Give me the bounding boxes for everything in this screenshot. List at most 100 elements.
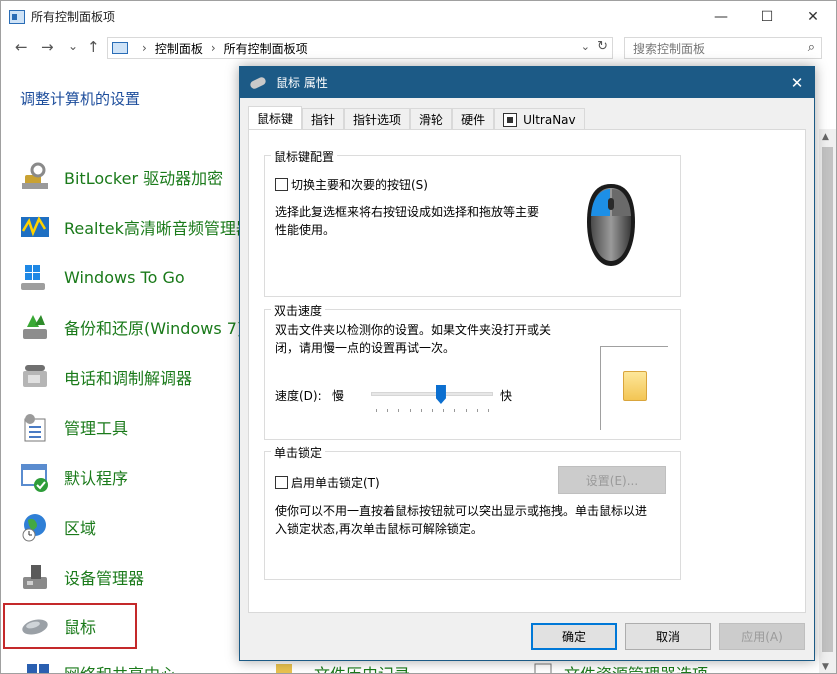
breadcrumb-separator: › (210, 41, 216, 55)
tab-buttons[interactable]: 鼠标键 (248, 106, 303, 130)
item-mouse[interactable]: 鼠标 (3, 603, 137, 649)
item-realtek[interactable]: Realtek高清晰音频管理器 (19, 209, 259, 245)
vertical-scrollbar[interactable]: ▲ ▼ (819, 129, 836, 673)
scrollbar-thumb[interactable] (822, 147, 833, 652)
double-click-speed-slider[interactable] (371, 385, 493, 415)
mouse-properties-dialog: 鼠标 属性 ✕ 鼠标键 指针 指针选项 滑轮 硬件 UltraNav 鼠标键配置… (239, 66, 815, 661)
description-line: 双击文件夹以检测你的设置。如果文件夹没打开或关 (275, 323, 552, 337)
item-label: 鼠标 (64, 618, 97, 637)
item-phone[interactable]: 电话和调制解调器 (19, 359, 259, 395)
item-network[interactable]: 网络和共享中心 (64, 661, 176, 673)
description-line: 选择此复选框来将右按钮设成如选择和拖放等主要 (275, 205, 540, 219)
slider-tick (454, 409, 456, 412)
folder-icon[interactable] (623, 371, 647, 401)
checkbox-label: 启用单击锁定(T) (291, 476, 380, 490)
click-lock-group: 单击锁定 启用单击锁定(T) 设置(E)... 使你可以不用一直按着鼠标按钮就可… (264, 444, 681, 580)
maximize-button[interactable]: ☐ (744, 1, 790, 32)
phone-icon (19, 361, 51, 393)
network-icon (25, 661, 51, 673)
explorer-options-icon (534, 661, 552, 673)
dialog-title: 鼠标 属性 (276, 76, 328, 90)
page-heading: 调整计算机的设置 (20, 90, 141, 108)
item-device-manager[interactable]: 设备管理器 (19, 559, 259, 595)
navigation-bar: ← → ⌄ ↑ › 控制面板 › 所有控制面板项 ⌄ ↻ 搜索控制面板 ⌕ (1, 36, 836, 62)
switch-buttons-checkbox[interactable]: 切换主要和次要的按钮(S) (275, 176, 428, 193)
item-bitlocker[interactable]: BitLocker 驱动器加密 (19, 159, 259, 195)
back-arrow-icon[interactable]: ← (15, 38, 28, 56)
slider-tick (387, 409, 389, 412)
slider-tick (476, 409, 478, 412)
slider-tick (376, 409, 377, 412)
slider-tick (465, 409, 467, 412)
double-click-group: 双击速度 双击文件夹以检测你的设置。如果文件夹没打开或关 闭，请用慢一点的设置再… (264, 302, 681, 440)
item-explorer-options[interactable]: 文件资源管理器选项 (564, 661, 708, 673)
cancel-button[interactable]: 取消 (625, 623, 711, 650)
minimize-button[interactable]: — (698, 1, 744, 32)
tab-pointers[interactable]: 指针 (302, 108, 345, 130)
forward-arrow-icon[interactable]: → (41, 38, 54, 56)
breadcrumb-all-items[interactable]: 所有控制面板项 (224, 40, 308, 57)
close-button[interactable]: ✕ (790, 1, 836, 32)
control-panel-icon (112, 42, 128, 54)
double-click-test-area[interactable] (600, 346, 668, 430)
description-line: 入锁定状态,再次单击鼠标可解除锁定。 (275, 522, 483, 536)
up-arrow-icon[interactable]: ↑ (87, 38, 100, 56)
item-label: 默认程序 (64, 469, 129, 488)
slider-tick (432, 409, 433, 412)
chevron-down-icon[interactable]: ⌄ (581, 40, 590, 53)
checkbox-label: 切换主要和次要的按钮(S) (291, 178, 428, 192)
item-default-programs[interactable]: 默认程序 (19, 459, 259, 495)
click-lock-description: 使你可以不用一直按着鼠标按钮就可以突出显示或拖拽。单击鼠标以进 入锁定状态,再次… (275, 502, 647, 538)
slider-tick (409, 409, 411, 412)
fast-label: 快 (500, 389, 513, 403)
windows-to-go-icon (19, 261, 51, 293)
checkbox-box[interactable] (275, 476, 288, 489)
ok-button[interactable]: 确定 (531, 623, 617, 650)
item-admin-tools[interactable]: 管理工具 (19, 409, 259, 445)
tab-ultranav[interactable]: UltraNav (494, 108, 585, 130)
dialog-close-button[interactable]: ✕ (780, 67, 814, 98)
item-label: Windows To Go (64, 267, 185, 287)
tab-ultranav-label: UltraNav (523, 112, 576, 127)
slider-tick (398, 409, 400, 412)
mouse-icon (19, 610, 51, 642)
group-label: 鼠标键配置 (271, 148, 338, 165)
item-file-history[interactable]: 文件历史记录 (314, 661, 410, 673)
slider-tick (488, 409, 489, 412)
breadcrumb-control-panel[interactable]: 控制面板 (155, 40, 203, 57)
admin-tools-icon (19, 411, 51, 443)
description-line: 闭，请用慢一点的设置再试一次。 (275, 341, 456, 355)
scroll-down-icon[interactable]: ▼ (822, 662, 829, 672)
apply-button[interactable]: 应用(A) (719, 623, 805, 650)
item-windows-to-go[interactable]: Windows To Go (19, 259, 259, 295)
slider-track (371, 392, 493, 396)
click-lock-settings-button[interactable]: 设置(E)... (558, 466, 666, 494)
address-bar[interactable]: › 控制面板 › 所有控制面板项 ⌄ ↻ (107, 37, 613, 59)
tab-wheel[interactable]: 滑轮 (410, 108, 453, 130)
refresh-icon[interactable]: ↻ (597, 39, 608, 54)
checkbox-box[interactable] (275, 178, 288, 191)
recent-locations-icon[interactable]: ⌄ (68, 39, 78, 53)
backup-icon (19, 311, 51, 343)
slow-label: 慢 (332, 389, 345, 403)
scroll-up-icon[interactable]: ▲ (822, 132, 829, 142)
tab-hardware[interactable]: 硬件 (452, 108, 495, 130)
button-config-description: 选择此复选框来将右按钮设成如选择和拖放等主要 性能使用。 (275, 203, 539, 239)
realtek-icon (19, 211, 51, 243)
search-icon[interactable]: ⌕ (808, 40, 815, 55)
breadcrumb-separator: › (142, 41, 147, 55)
mouse-illustration-icon (587, 184, 635, 266)
search-input[interactable]: 搜索控制面板 ⌕ (624, 37, 822, 59)
speed-label: 速度(D): (275, 389, 322, 403)
buttons-tab-panel: 鼠标键配置 切换主要和次要的按钮(S) 选择此复选框来将右按钮设成如选择和拖放等… (248, 129, 806, 613)
slider-thumb[interactable] (435, 385, 446, 404)
tab-pointer-options[interactable]: 指针选项 (344, 108, 411, 130)
item-backup[interactable]: 备份和还原(Windows 7) (19, 309, 259, 345)
item-region[interactable]: 区域 (19, 509, 259, 545)
file-history-icon (275, 661, 293, 673)
control-panel-icon (9, 9, 25, 24)
item-label: Realtek高清晰音频管理器 (64, 219, 252, 238)
click-lock-checkbox[interactable]: 启用单击锁定(T) (275, 474, 380, 491)
button-config-group: 鼠标键配置 切换主要和次要的按钮(S) 选择此复选框来将右按钮设成如选择和拖放等… (264, 148, 681, 297)
item-label: 设备管理器 (64, 569, 145, 588)
